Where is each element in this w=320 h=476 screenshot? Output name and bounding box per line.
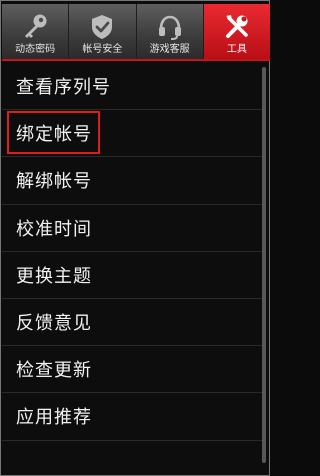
menu-item-feedback[interactable]: 反馈意见 xyxy=(2,299,264,347)
tab-account-security[interactable]: 帐号安全 xyxy=(69,4,137,59)
tab-dynamic-password[interactable]: 动态密码 xyxy=(2,4,70,59)
top-tab-bar: 动态密码 帐号安全 游戏客服 工具 xyxy=(2,4,270,61)
key-icon xyxy=(19,11,51,43)
menu-item-change-theme[interactable]: 更换主题 xyxy=(2,252,264,299)
app-window: 动态密码 帐号安全 游戏客服 工具 查看序列号 绑定帐号 解绑帐号 校准时间 更… xyxy=(0,0,270,476)
menu-item-calibrate-time[interactable]: 校准时间 xyxy=(2,205,264,252)
tab-game-support[interactable]: 游戏客服 xyxy=(136,4,204,59)
menu-item-label: 应用推荐 xyxy=(16,407,92,429)
menu-item-label: 更换主题 xyxy=(16,265,92,287)
menu-item-unbind-account[interactable]: 解绑帐号 xyxy=(2,157,264,205)
tools-menu-list: 查看序列号 绑定帐号 解绑帐号 校准时间 更换主题 反馈意见 检查更新 应用推荐 xyxy=(2,63,264,471)
tab-label: 游戏客服 xyxy=(149,44,190,55)
menu-item-label: 检查更新 xyxy=(16,360,92,382)
menu-item-label: 校准时间 xyxy=(16,218,92,240)
menu-item-label: 查看序列号 xyxy=(16,77,111,99)
menu-item-bind-account[interactable]: 绑定帐号 xyxy=(2,110,264,158)
menu-item-check-update[interactable]: 检查更新 xyxy=(2,346,264,394)
menu-item-app-recommend[interactable]: 应用推荐 xyxy=(2,393,264,441)
tools-icon xyxy=(221,11,253,43)
tab-label: 动态密码 xyxy=(15,44,56,55)
menu-item-view-serial[interactable]: 查看序列号 xyxy=(2,63,264,111)
menu-item-label: 绑定帐号 xyxy=(7,111,100,155)
tab-label: 帐号安全 xyxy=(82,44,123,55)
menu-item-label: 解绑帐号 xyxy=(16,171,92,193)
tab-label: 工具 xyxy=(226,44,247,55)
menu-item-label: 反馈意见 xyxy=(16,313,92,335)
scrollbar[interactable] xyxy=(262,67,266,463)
shield-check-icon xyxy=(86,11,118,43)
headset-icon xyxy=(154,11,186,43)
tab-tools[interactable]: 工具 xyxy=(203,4,270,59)
